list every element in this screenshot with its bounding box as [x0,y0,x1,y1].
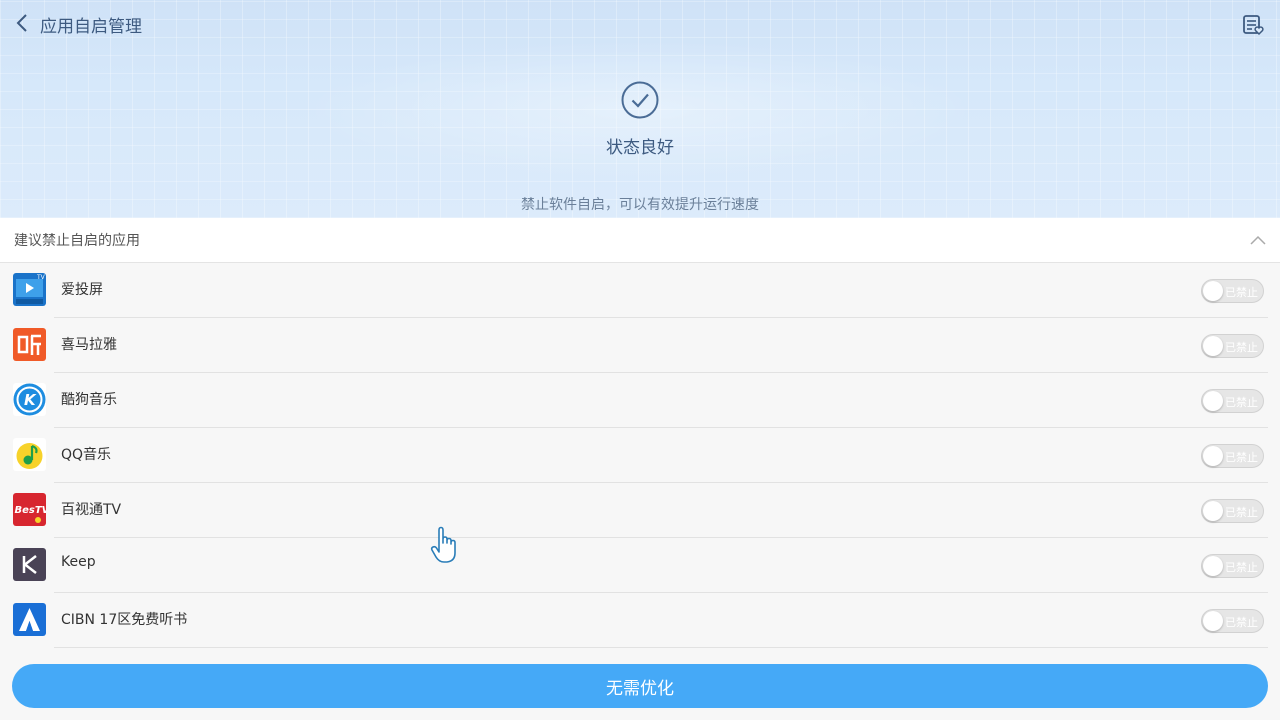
svg-text:BesTV: BesTV [15,505,47,516]
autostart-toggle[interactable]: 已禁止 [1201,499,1264,523]
autostart-toggle[interactable]: 已禁止 [1201,334,1264,358]
app-name: QQ音乐 [61,447,112,463]
toggle-label: 已禁止 [1225,451,1258,464]
toggle-knob [1203,611,1223,631]
status-text: 状态良好 [606,138,674,158]
toggle-label: 已禁止 [1225,506,1258,519]
status-subtitle: 禁止软件自启，可以有效提升运行速度 [521,197,759,213]
list-item: QQ音乐 已禁止 [0,428,1280,483]
report-button[interactable] [1240,12,1268,38]
app-name: 酷狗音乐 [61,392,117,408]
toggle-knob [1203,336,1223,356]
screen-cast-icon: TV [13,273,46,306]
list-item: 喜马拉雅 已禁止 [0,318,1280,373]
toggle-label: 已禁止 [1225,561,1258,574]
check-circle-icon [621,81,659,119]
toggle-knob [1203,391,1223,411]
autostart-toggle[interactable]: 已禁止 [1201,554,1264,578]
bestv-icon: BesTV [13,493,46,526]
toggle-label: 已禁止 [1225,396,1258,409]
divider [54,647,1268,648]
app-name: 喜马拉雅 [61,337,117,353]
app-name: Keep [61,554,96,570]
list-item: Keep 已禁止 [0,538,1280,593]
keep-icon [13,548,46,581]
chevron-up-icon [1250,235,1266,245]
toggle-knob [1203,446,1223,466]
list-item: CIBN 17区免费听书 已禁止 [0,593,1280,648]
report-heart-icon [1243,15,1264,36]
ximalaya-icon [13,328,46,361]
list-item: K 酷狗音乐 已禁止 [0,373,1280,428]
app-name: 爱投屏 [61,282,103,298]
list-item: BesTV 百视通TV 已禁止 [0,483,1280,538]
svg-text:K: K [24,391,37,409]
toggle-label: 已禁止 [1225,286,1258,299]
app-list: TV 爱投屏 已禁止 喜马拉雅 已禁止 K 酷狗音乐 已禁止 QQ音乐 已禁止 … [0,263,1280,653]
toggle-knob [1203,501,1223,521]
toggle-knob [1203,281,1223,301]
header-banner: 应用自启管理 状态良好 禁止软件自启，可以有效提升运行速度 [0,0,1280,218]
toggle-label: 已禁止 [1225,341,1258,354]
list-item: TV 爱投屏 已禁止 [0,263,1280,318]
qq-music-icon [13,438,46,471]
autostart-toggle[interactable]: 已禁止 [1201,279,1264,303]
autostart-toggle[interactable]: 已禁止 [1201,609,1264,633]
kugou-icon: K [13,383,46,416]
cibn-icon [13,603,46,636]
toggle-label: 已禁止 [1225,616,1258,629]
page-title: 应用自启管理 [40,17,142,37]
svg-text:TV: TV [36,274,46,281]
section-title: 建议禁止自启的应用 [14,233,140,249]
app-name: CIBN 17区免费听书 [61,612,188,628]
hand-pointer-icon [430,526,456,563]
autostart-toggle[interactable]: 已禁止 [1201,444,1264,468]
optimize-button[interactable]: 无需优化 [12,664,1268,708]
back-button[interactable] [8,8,36,38]
autostart-toggle[interactable]: 已禁止 [1201,389,1264,413]
app-name: 百视通TV [61,502,122,518]
section-header[interactable]: 建议禁止自启的应用 [0,218,1280,263]
chevron-left-icon [16,14,27,32]
toggle-knob [1203,556,1223,576]
